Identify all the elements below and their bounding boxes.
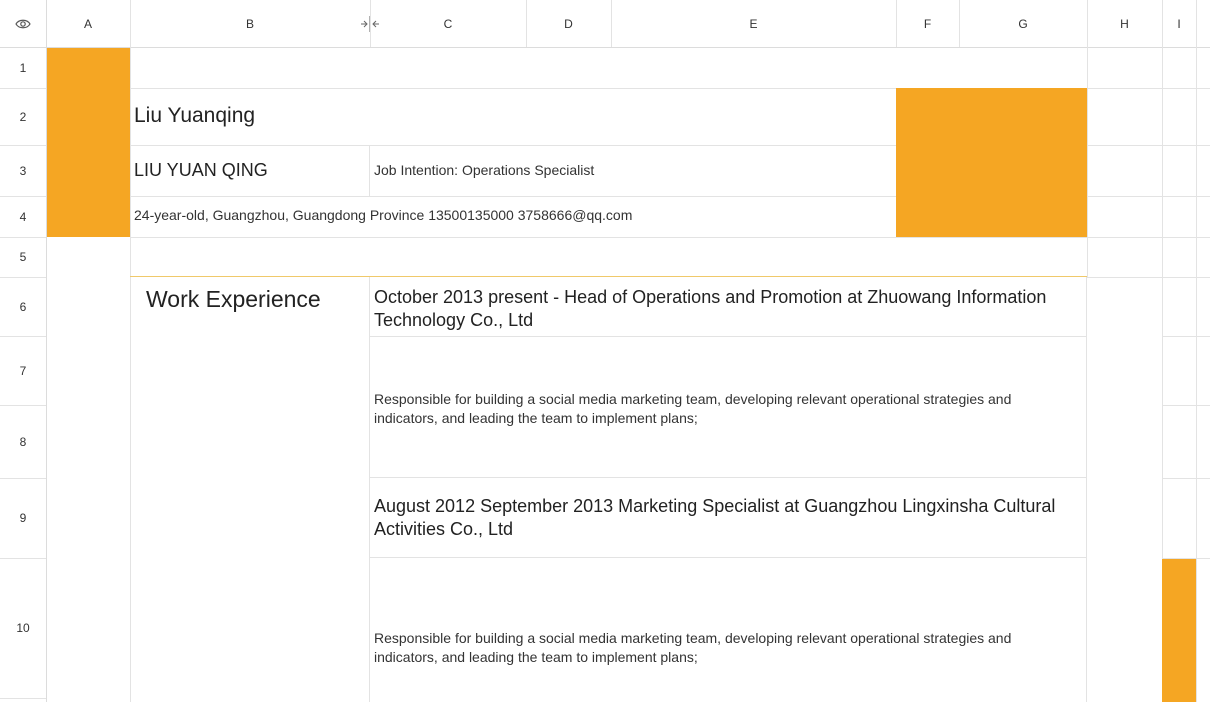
cell-job-intention[interactable]: Job Intention: Operations Specialist <box>374 162 594 178</box>
accent-block-left <box>46 47 130 237</box>
row-header-6[interactable]: 6 <box>0 277 46 336</box>
row-header-5[interactable]: 5 <box>0 237 46 277</box>
column-header-g[interactable]: G <box>959 0 1087 47</box>
column-header-a[interactable]: A <box>46 0 130 47</box>
select-all-corner[interactable] <box>0 0 46 47</box>
section-title-work-experience[interactable]: Work Experience <box>146 286 321 313</box>
row-header-4[interactable]: 4 <box>0 196 46 237</box>
accent-block-right <box>1162 558 1196 702</box>
photo-placeholder <box>896 88 1087 237</box>
row-header-10[interactable]: 10 <box>0 558 46 698</box>
row-header-1[interactable]: 1 <box>0 47 46 88</box>
row-header-3[interactable]: 3 <box>0 145 46 196</box>
column-header-d[interactable]: D <box>526 0 611 47</box>
row-header-8[interactable]: 8 <box>0 405 46 478</box>
eye-icon <box>15 19 31 28</box>
cell-name-pinyin[interactable]: LIU YUAN QING <box>134 160 268 181</box>
job-title-2[interactable]: August 2012 September 2013 Marketing Spe… <box>374 495 1074 541</box>
column-header-c[interactable]: C <box>370 0 526 47</box>
cell-name[interactable]: Liu Yuanqing <box>134 104 255 128</box>
job-description-1[interactable]: Responsible for building a social media … <box>374 390 1064 428</box>
row-header-9[interactable]: 9 <box>0 478 46 558</box>
cell-personal-info[interactable]: 24-year-old, Guangzhou, Guangdong Provin… <box>134 207 632 223</box>
job-title-1[interactable]: October 2013 present - Head of Operation… <box>374 286 1074 332</box>
column-header-h[interactable]: H <box>1087 0 1162 47</box>
column-header-i[interactable]: I <box>1162 0 1196 47</box>
row-header-2[interactable]: 2 <box>0 88 46 145</box>
job-description-2[interactable]: Responsible for building a social media … <box>374 629 1064 667</box>
column-header-f[interactable]: F <box>896 0 959 47</box>
row-header-7[interactable]: 7 <box>0 336 46 405</box>
column-header-e[interactable]: E <box>611 0 896 47</box>
column-header-b[interactable]: B <box>130 0 370 47</box>
